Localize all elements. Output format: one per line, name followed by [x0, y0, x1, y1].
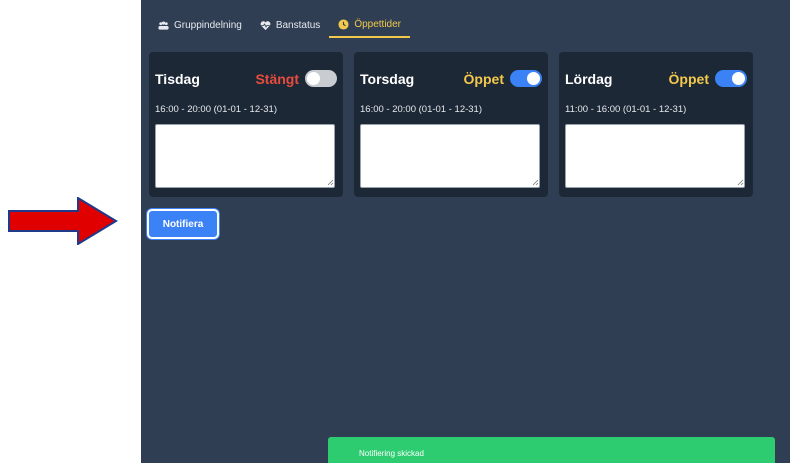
day-title: Tisdag — [155, 70, 200, 87]
day-card-tisdag: Tisdag Stängt 16:00 - 20:00 (01-01 - 12-… — [149, 52, 343, 197]
note-textarea[interactable] — [360, 124, 540, 188]
heart-pulse-icon — [260, 20, 271, 30]
resize-grip-icon[interactable] — [532, 179, 539, 186]
tab-banstatus[interactable]: Banstatus — [251, 12, 329, 38]
clock-icon — [338, 18, 349, 30]
app-window: Gruppindelning Banstatus Öppettider Tisd… — [141, 0, 790, 463]
hours-text: 16:00 - 20:00 (01-01 - 12-31) — [360, 104, 482, 115]
opening-hours-cards: Tisdag Stängt 16:00 - 20:00 (01-01 - 12-… — [149, 52, 753, 197]
tab-bar: Gruppindelning Banstatus Öppettider — [149, 12, 411, 40]
group-icon — [158, 20, 169, 30]
tab-label: Banstatus — [275, 19, 321, 31]
toast-notification: Notifiering skickad — [328, 437, 775, 463]
resize-grip-icon[interactable] — [327, 179, 334, 186]
open-toggle[interactable] — [715, 70, 747, 87]
toggle-knob — [527, 72, 540, 85]
day-title: Lördag — [565, 70, 613, 87]
status-label: Stängt — [255, 70, 299, 87]
status-label: Öppet — [668, 70, 709, 87]
day-card-torsdag: Torsdag Öppet 16:00 - 20:00 (01-01 - 12-… — [354, 52, 548, 197]
toggle-knob — [732, 72, 745, 85]
tab-label: Gruppindelning — [174, 19, 242, 31]
tab-oppettider[interactable]: Öppettider — [329, 12, 411, 38]
status-label: Öppet — [463, 70, 504, 87]
hours-text: 16:00 - 20:00 (01-01 - 12-31) — [155, 104, 277, 115]
note-textarea[interactable] — [155, 124, 335, 188]
toggle-knob — [307, 72, 320, 85]
day-card-lordag: Lördag Öppet 11:00 - 16:00 (01-01 - 12-3… — [559, 52, 753, 197]
red-arrow-annotation — [8, 197, 118, 245]
resize-grip-icon[interactable] — [737, 179, 744, 186]
tab-label: Öppettider — [354, 18, 402, 30]
note-textarea[interactable] — [565, 124, 745, 188]
toast-message: Notifiering skickad — [359, 449, 424, 458]
notify-button[interactable]: Notifiera — [147, 209, 219, 239]
hours-text: 11:00 - 16:00 (01-01 - 12-31) — [565, 104, 687, 115]
day-title: Torsdag — [360, 70, 415, 87]
open-toggle[interactable] — [510, 70, 542, 87]
open-toggle[interactable] — [305, 70, 337, 87]
tab-gruppindelning[interactable]: Gruppindelning — [149, 12, 251, 38]
